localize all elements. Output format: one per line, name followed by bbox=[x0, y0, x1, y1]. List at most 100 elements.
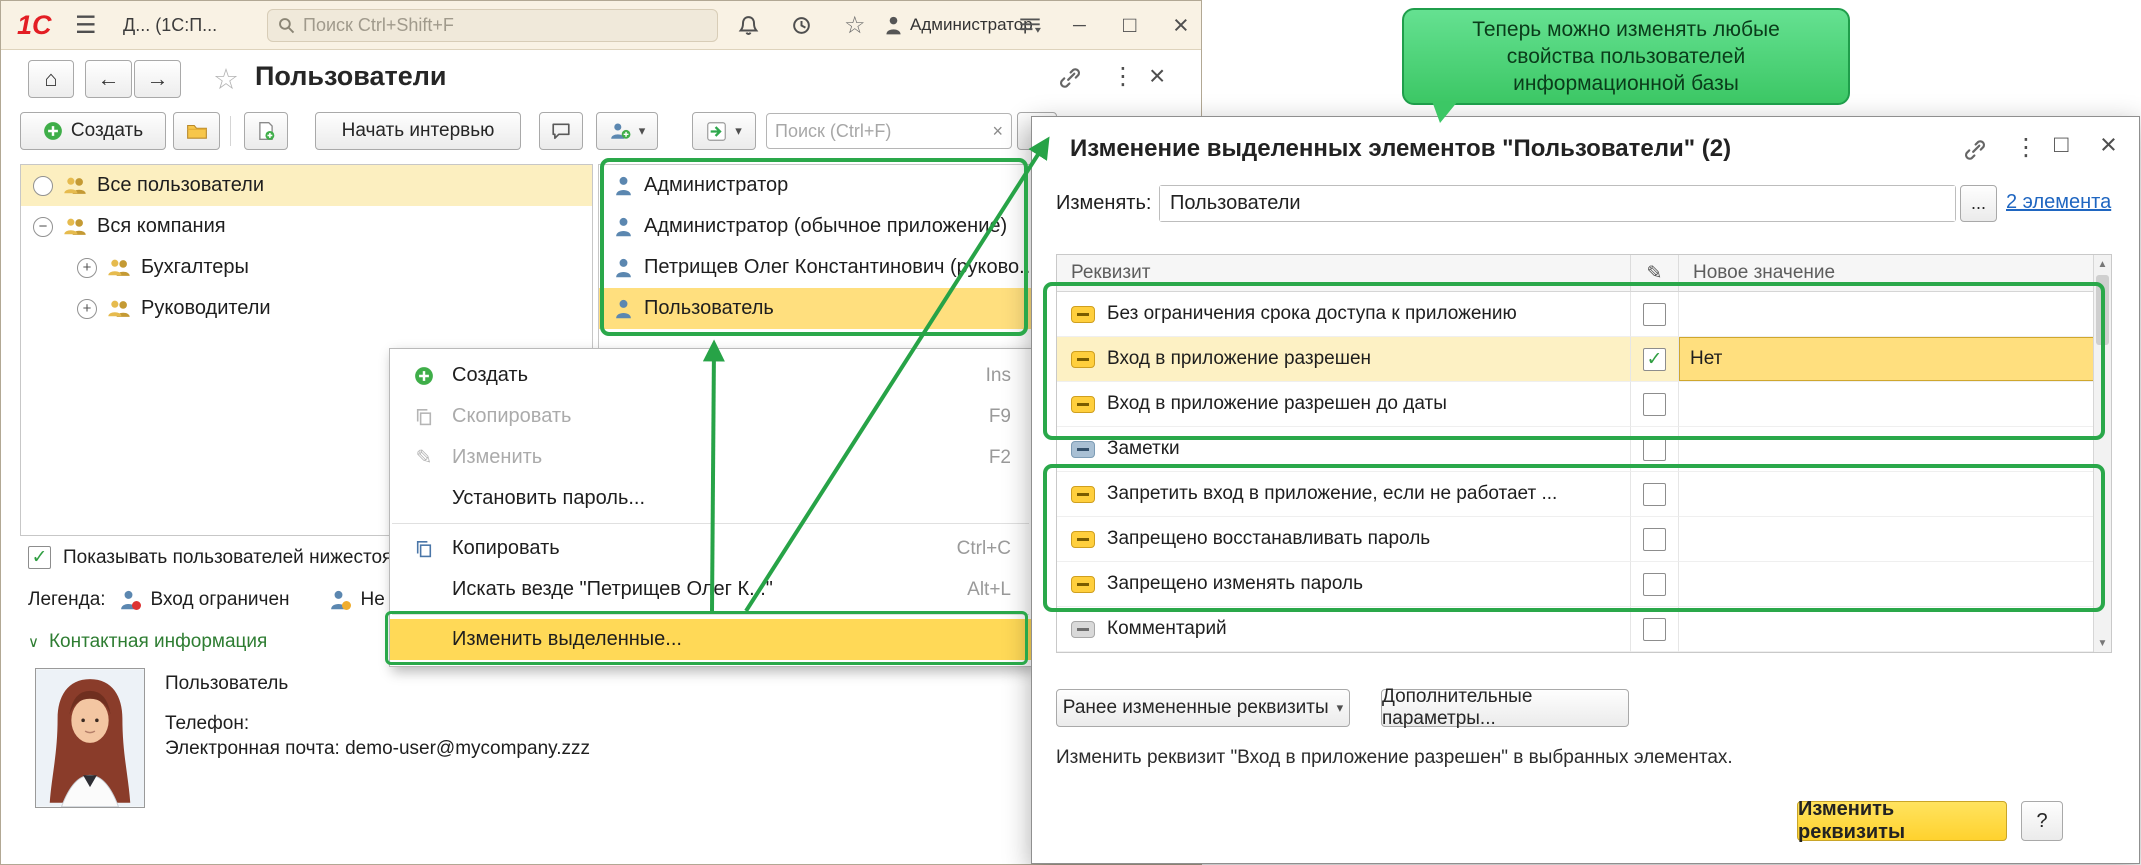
row-checkbox[interactable] bbox=[1643, 438, 1666, 461]
back-button[interactable]: ← bbox=[85, 60, 132, 98]
show-subgroup-users-checkbox[interactable]: Показывать пользователей нижестоя... bbox=[28, 546, 393, 569]
menu-item-copy-new[interactable]: Скопировать F9 bbox=[390, 396, 1031, 437]
table-scrollbar[interactable]: ▲ ▼ bbox=[2093, 255, 2111, 652]
table-row[interactable]: Запрещено восстанавливать пароль bbox=[1057, 517, 2111, 562]
global-search-input[interactable] bbox=[303, 15, 707, 36]
table-row-selected[interactable]: Вход в приложение разрешен Нет bbox=[1057, 337, 2111, 382]
scroll-up-icon[interactable]: ▲ bbox=[2094, 255, 2111, 273]
table-row[interactable]: Комментарий bbox=[1057, 607, 2111, 652]
contact-info-toggle[interactable]: ∨ Контактная информация bbox=[28, 631, 267, 653]
form-more-button[interactable]: ⋮ bbox=[1111, 62, 1135, 91]
form-close-button[interactable]: × bbox=[1149, 60, 1165, 92]
history-icon bbox=[791, 15, 812, 36]
row-checkbox[interactable] bbox=[1643, 573, 1666, 596]
app-maximize-button[interactable]: □ bbox=[1123, 1, 1136, 49]
attribute-icon bbox=[1071, 531, 1095, 548]
list-search[interactable]: × bbox=[766, 113, 1012, 149]
help-button-label: ? bbox=[2036, 810, 2047, 833]
dialog-link-button[interactable] bbox=[1964, 139, 1986, 167]
users-actions-dropdown[interactable]: ▾ bbox=[596, 112, 658, 150]
menu-item-label: Создать bbox=[452, 364, 528, 387]
tree-expander[interactable]: − bbox=[33, 217, 53, 237]
table-row[interactable]: Запрещено изменять пароль bbox=[1057, 562, 2111, 607]
app-title-bar: 1С ☰ Д... (1С:П... ☆ Администратор ─ bbox=[1, 1, 1201, 50]
menu-separator bbox=[392, 614, 1029, 615]
apply-changes-button[interactable]: Изменить реквизиты bbox=[1797, 801, 2007, 841]
dialog-close-button[interactable]: × bbox=[2100, 129, 2117, 162]
create-button[interactable]: Создать bbox=[20, 112, 166, 150]
row-checkbox[interactable] bbox=[1643, 393, 1666, 416]
discussion-button[interactable] bbox=[539, 112, 583, 150]
dropdown-arrow-icon: ▾ bbox=[639, 123, 646, 139]
table-row[interactable]: Заметки bbox=[1057, 427, 2111, 472]
new-value-text: Нет bbox=[1690, 348, 1722, 370]
menu-item-create[interactable]: Создать Ins bbox=[390, 355, 1031, 396]
help-button[interactable]: ? bbox=[2021, 801, 2063, 841]
current-user-chip[interactable]: Администратор bbox=[885, 1, 1033, 49]
app-tab[interactable]: Д... (1С:П... bbox=[123, 1, 257, 49]
scroll-down-icon[interactable]: ▼ bbox=[2094, 634, 2111, 652]
menu-item-edit-selected[interactable]: Изменить выделенные... bbox=[390, 619, 1031, 660]
favorite-star-icon[interactable]: ☆ bbox=[213, 62, 239, 97]
notifications-button[interactable] bbox=[738, 1, 759, 49]
tree-expander[interactable]: + bbox=[77, 258, 97, 278]
back-icon: ← bbox=[98, 66, 120, 92]
attribute-icon bbox=[1071, 486, 1095, 503]
dropdown-arrow-icon: ▾ bbox=[735, 123, 742, 139]
home-button[interactable]: ⌂ bbox=[28, 60, 74, 98]
tree-item-accountants[interactable]: + Бухгалтеры bbox=[21, 247, 592, 288]
get-link-button[interactable] bbox=[1059, 67, 1081, 95]
link-icon bbox=[1964, 139, 1986, 161]
service-menu-button[interactable] bbox=[1019, 1, 1041, 49]
group-icon bbox=[63, 217, 87, 236]
history-button[interactable] bbox=[791, 1, 812, 49]
menu-item-edit[interactable]: ✎ Изменить F2 bbox=[390, 437, 1031, 478]
row-checkbox[interactable] bbox=[1643, 483, 1666, 506]
export-dropdown[interactable]: ▾ bbox=[692, 112, 756, 150]
app-minimize-button[interactable]: ─ bbox=[1073, 1, 1086, 49]
row-checkbox[interactable] bbox=[1643, 303, 1666, 326]
col-new-value[interactable]: Новое значение bbox=[1693, 262, 1835, 284]
app-close-button[interactable]: × bbox=[1173, 1, 1189, 49]
scroll-thumb[interactable] bbox=[2096, 275, 2109, 345]
link-icon bbox=[1059, 67, 1081, 89]
row-checkbox[interactable] bbox=[1643, 528, 1666, 551]
additional-params-button[interactable]: Дополнительные параметры... bbox=[1381, 689, 1629, 727]
list-search-input[interactable] bbox=[775, 121, 986, 142]
new-document-button[interactable] bbox=[244, 112, 288, 150]
clear-search-icon[interactable]: × bbox=[992, 121, 1003, 142]
row-checkbox[interactable] bbox=[1643, 618, 1666, 641]
form-header: ⌂ ← → ☆ Пользователи ⋮ × bbox=[1, 50, 1201, 106]
group-icon bbox=[107, 258, 131, 277]
dialog-maximize-button[interactable]: □ bbox=[2054, 131, 2069, 159]
global-search[interactable] bbox=[267, 9, 718, 42]
tree-expander[interactable]: + bbox=[77, 299, 97, 319]
tree-expander[interactable] bbox=[33, 176, 53, 196]
elements-count-link[interactable]: 2 элемента bbox=[2006, 191, 2111, 214]
new-value-field[interactable]: Нет bbox=[1679, 337, 2095, 381]
create-group-button[interactable] bbox=[173, 112, 220, 150]
menu-item-search-everywhere[interactable]: Искать везде "Петрищев Олег К..." Alt+L bbox=[390, 569, 1031, 610]
start-interview-button[interactable]: Начать интервью bbox=[315, 112, 521, 150]
change-target-input[interactable] bbox=[1160, 186, 1955, 221]
tree-item-managers[interactable]: + Руководители bbox=[21, 288, 592, 329]
row-checkbox[interactable] bbox=[1643, 348, 1666, 371]
dialog-more-button[interactable]: ⋮ bbox=[2014, 133, 2038, 162]
change-target-field[interactable] bbox=[1159, 185, 1956, 222]
previously-changed-dropdown[interactable]: Ранее измененные реквизиты ▾ bbox=[1056, 689, 1350, 727]
attribute-label: Запрещено восстанавливать пароль bbox=[1107, 528, 1430, 550]
choose-button[interactable]: ... bbox=[1960, 185, 1997, 222]
legend-row: Легенда: Вход ограничен Не bbox=[28, 589, 385, 611]
main-menu-icon[interactable]: ☰ bbox=[75, 1, 97, 49]
table-row[interactable]: Вход в приложение разрешен до даты bbox=[1057, 382, 2111, 427]
menu-item-copy[interactable]: Копировать Ctrl+C bbox=[390, 528, 1031, 569]
bulk-edit-dialog: Изменение выделенных элементов "Пользова… bbox=[1031, 116, 2140, 864]
menu-item-set-password[interactable]: Установить пароль... bbox=[390, 478, 1031, 519]
tree-item-all-users[interactable]: Все пользователи bbox=[21, 165, 592, 206]
favorites-button[interactable]: ☆ bbox=[844, 1, 866, 49]
col-attribute[interactable]: Реквизит bbox=[1071, 262, 1150, 284]
table-row[interactable]: Без ограничения срока доступа к приложен… bbox=[1057, 292, 2111, 337]
tree-item-company[interactable]: − Вся компания bbox=[21, 206, 592, 247]
table-row[interactable]: Запретить вход в приложение, если не раб… bbox=[1057, 472, 2111, 517]
forward-button[interactable]: → bbox=[134, 60, 181, 98]
